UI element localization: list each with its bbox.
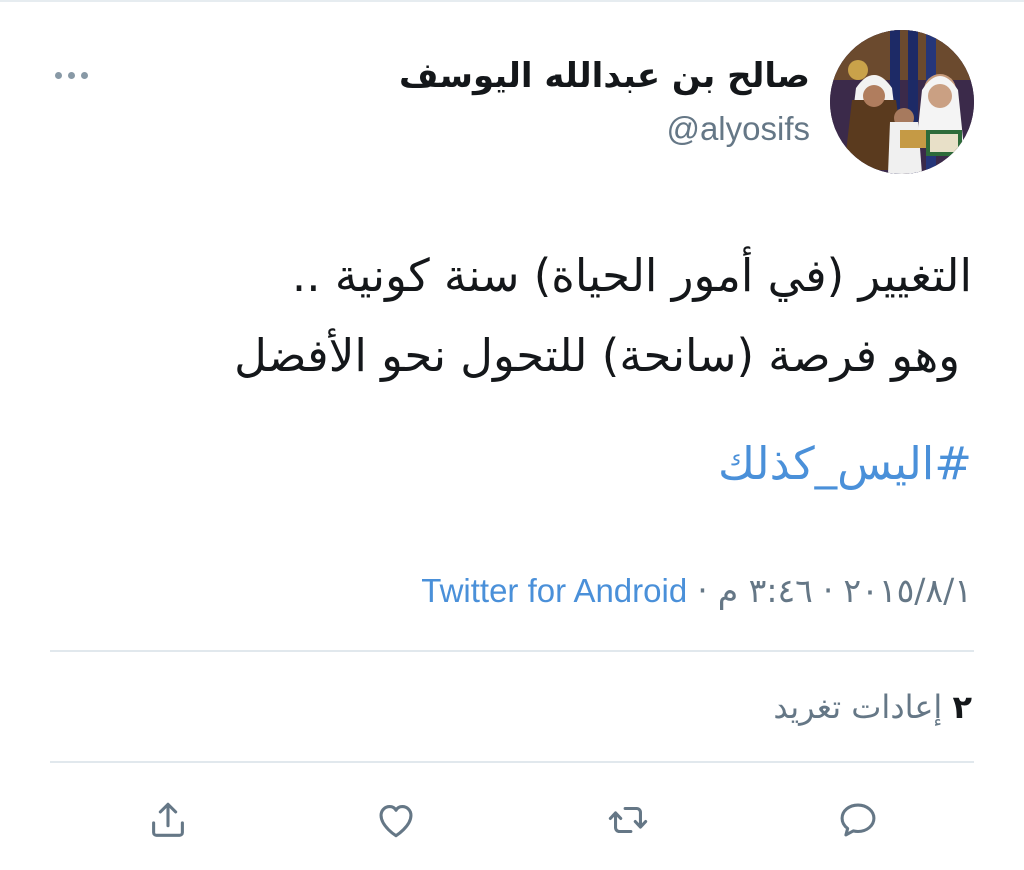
tweet-text-line: التغيير (في أمور الحياة) سنة كونية .. [291, 249, 972, 302]
retweets-stat[interactable]: ٢ إعادات تغريد [773, 680, 972, 734]
retweet-label: إعادات تغريد [773, 688, 943, 726]
meta-separator: · [822, 571, 834, 610]
like-button[interactable] [366, 790, 426, 850]
divider [50, 761, 974, 763]
tweet-detail-page: صالح بن عبدالله اليوسف @alyosifs التغيير… [0, 0, 1024, 870]
tweet-text-line: وهو فرصة (سانحة) للتحول نحو الأفضل [234, 329, 960, 382]
speech-bubble-icon [840, 803, 876, 837]
retweet-count: ٢ [952, 688, 972, 726]
dot [80, 71, 88, 79]
retweet-button[interactable] [598, 790, 658, 850]
reply-button[interactable] [828, 790, 888, 850]
top-border [0, 0, 1024, 2]
author-handle[interactable]: @alyosifs [666, 104, 810, 154]
share-button[interactable] [138, 790, 198, 850]
share-upload-icon [152, 802, 184, 837]
hashtag-link[interactable]: #اليس_كذلك [718, 424, 972, 504]
avatar[interactable] [830, 30, 974, 174]
retweet-arrows-icon [608, 806, 648, 834]
dot [67, 71, 75, 79]
meta-separator: · [697, 571, 708, 610]
tweet-date: ٢٠١٥/٨/١ [843, 571, 972, 610]
tweet-time: ٣:٤٦ م [717, 571, 813, 610]
more-options-icon[interactable] [48, 60, 94, 90]
author-display-name[interactable]: صالح بن عبدالله اليوسف [399, 48, 810, 104]
divider [50, 650, 974, 652]
heart-icon [379, 805, 413, 838]
tweet-text: التغيير (في أمور الحياة) سنة كونية .. وه… [72, 236, 972, 396]
tweet-metadata: ٢٠١٥/٨/١ · ٣:٤٦ م · Twitter for Android [421, 566, 972, 616]
tweet-source-link[interactable]: Twitter for Android [421, 566, 687, 616]
profile-photo-icon [830, 30, 974, 174]
dot [54, 71, 62, 79]
